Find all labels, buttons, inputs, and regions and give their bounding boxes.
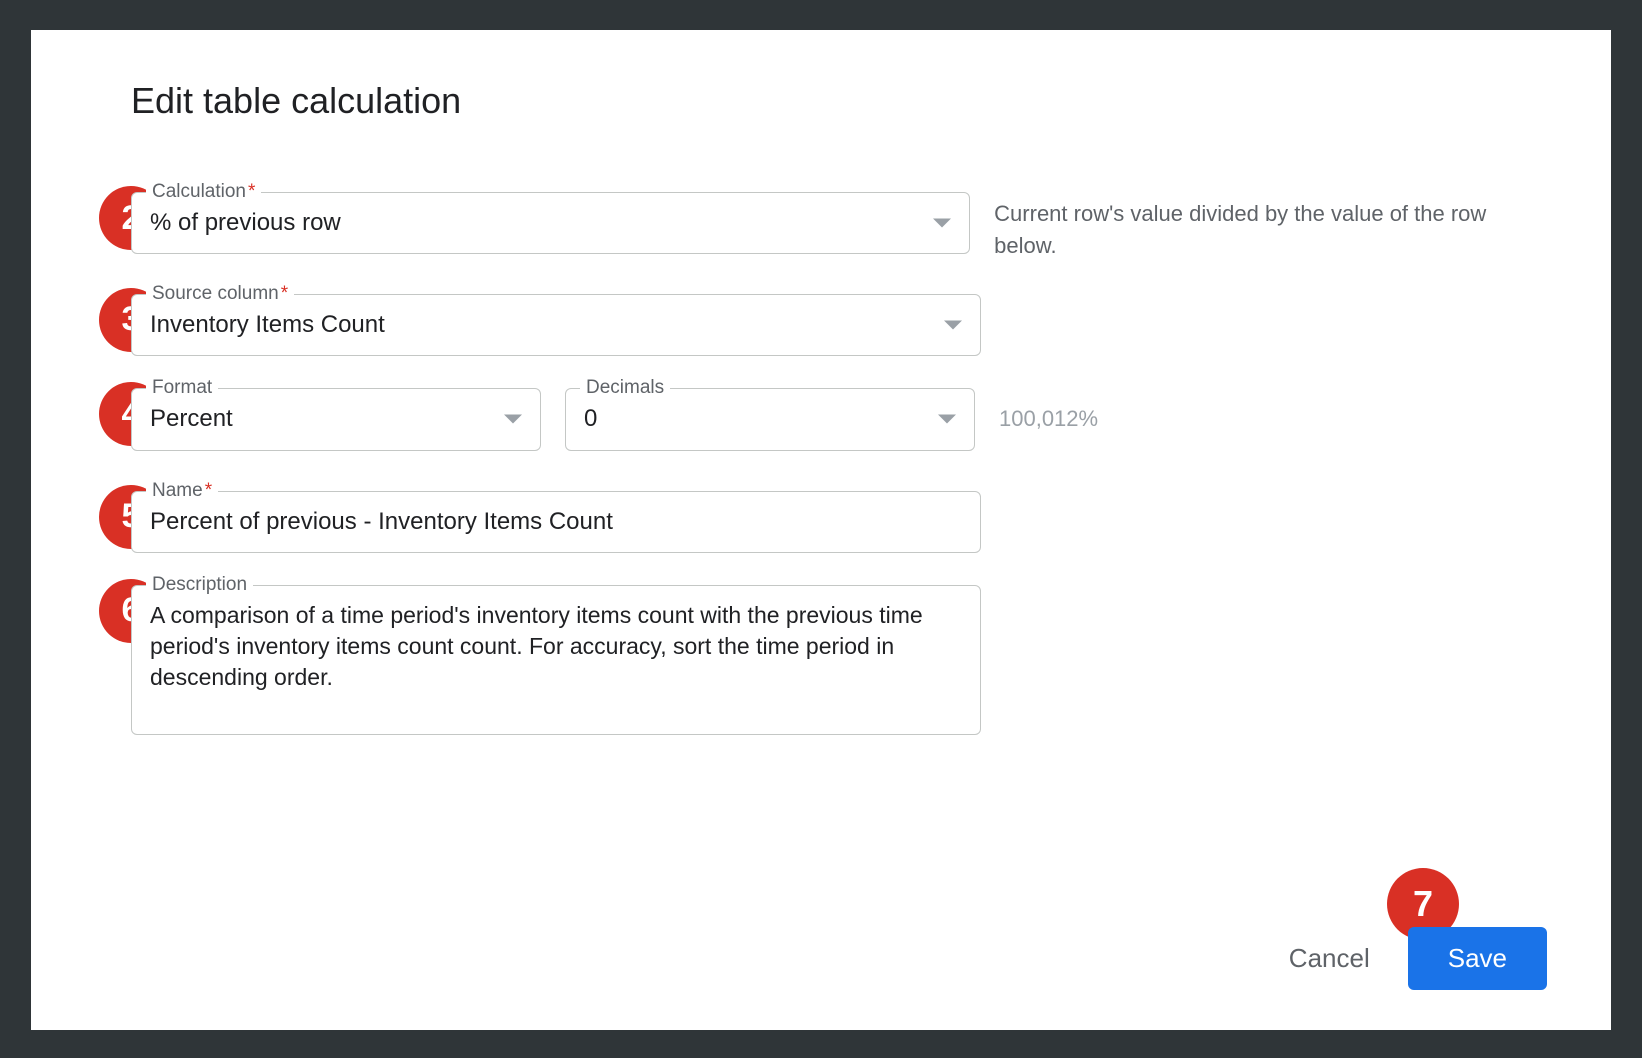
format-label: Format: [146, 377, 218, 399]
source-column-label: Source column*: [146, 283, 294, 305]
source-column-select[interactable]: Source column* Inventory Items Count: [131, 294, 981, 356]
format-value: Percent: [150, 403, 488, 435]
name-value: Percent of previous - Inventory Items Co…: [150, 506, 962, 538]
decimals-select[interactable]: Decimals 0: [565, 388, 975, 450]
decimals-value: 0: [584, 403, 922, 435]
description-label: Description: [146, 574, 253, 596]
format-select[interactable]: Format Percent: [131, 388, 541, 450]
dialog-title: Edit table calculation: [131, 80, 1547, 122]
form-area: 2 Calculation* % of previous row Current…: [95, 192, 1547, 735]
chevron-down-icon: [938, 415, 956, 424]
source-column-value: Inventory Items Count: [150, 309, 928, 341]
chevron-down-icon: [944, 320, 962, 329]
chevron-down-icon: [933, 219, 951, 228]
dialog-actions: Cancel Save: [1289, 927, 1547, 990]
cancel-button[interactable]: Cancel: [1289, 943, 1370, 974]
calculation-value: % of previous row: [150, 207, 917, 239]
description-value: A comparison of a time period's inventor…: [150, 600, 962, 693]
chevron-down-icon: [504, 415, 522, 424]
calculation-select[interactable]: Calculation* % of previous row: [131, 192, 970, 254]
format-sample: 100,012%: [999, 406, 1098, 432]
edit-table-calculation-dialog: Edit table calculation 2 Calculation* % …: [31, 30, 1611, 1030]
description-textarea[interactable]: Description A comparison of a time perio…: [131, 585, 981, 735]
decimals-label: Decimals: [580, 377, 670, 399]
calculation-hint: Current row's value divided by the value…: [994, 192, 1547, 262]
calculation-label: Calculation*: [146, 181, 261, 203]
name-label: Name*: [146, 480, 218, 502]
save-button[interactable]: Save: [1408, 927, 1547, 990]
name-input[interactable]: Name* Percent of previous - Inventory It…: [131, 491, 981, 553]
